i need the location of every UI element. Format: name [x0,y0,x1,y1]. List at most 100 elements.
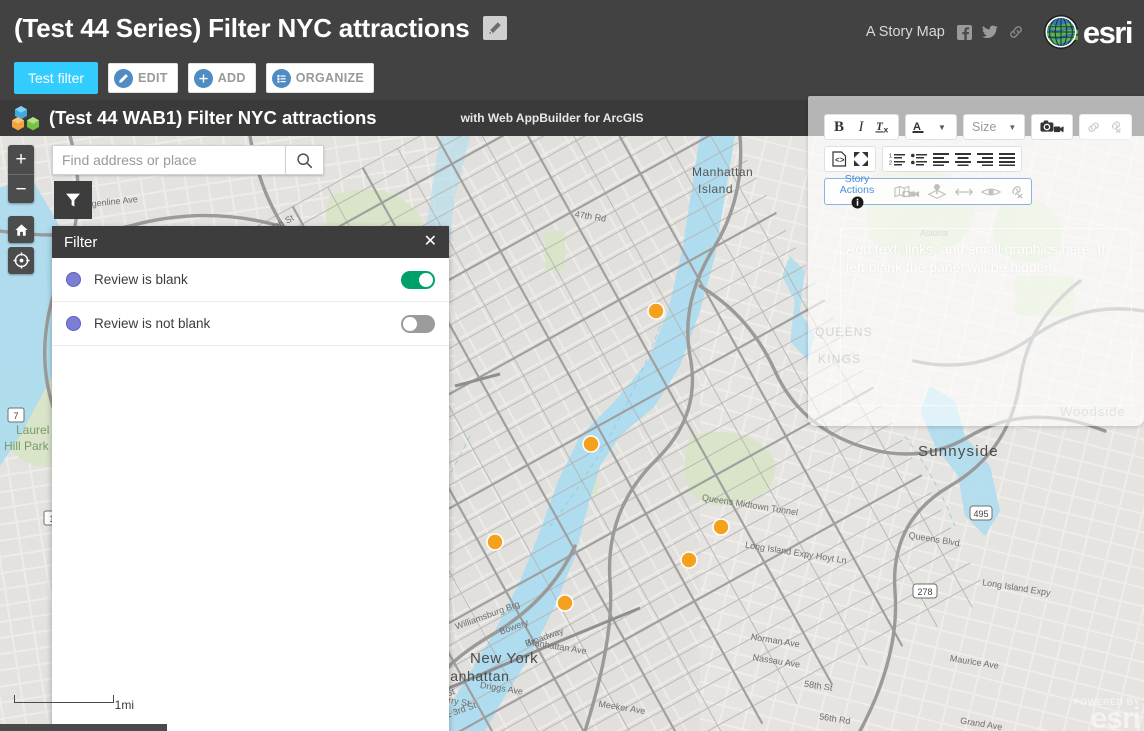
home-button[interactable] [8,216,34,243]
story-action-pin-button[interactable] [927,183,947,200]
svg-text:495: 495 [973,509,988,519]
list-icon [271,68,291,88]
align-right-icon [977,153,993,166]
unordered-list-button[interactable] [908,148,930,170]
funnel-icon [66,193,80,207]
align-justify-button[interactable] [996,148,1018,170]
filter-widget-button[interactable] [54,181,92,219]
scale-label: 1mi [114,698,134,712]
social-links [956,24,1024,40]
story-action-visibility-button[interactable] [980,185,1002,199]
unlink-action-icon [1012,185,1023,198]
unlink-icon [1112,121,1121,134]
font-color-button[interactable]: A [909,116,931,138]
search-icon [297,152,313,168]
html-source-button[interactable]: <> [828,148,850,170]
web-appbuilder-logo [11,105,41,131]
story-action-unlink-button[interactable] [1008,185,1027,199]
story-actions-badge: Story Actions [829,174,885,209]
svg-text:278: 278 [917,587,932,597]
align-center-button[interactable] [952,148,974,170]
svg-text:Manhattan: Manhattan [692,165,753,179]
chevron-down-icon[interactable]: ▼ [931,116,953,138]
font-color-group: A ▼ [905,114,957,140]
filter-label: Review is not blank [94,316,211,331]
zoom-controls[interactable]: + − [8,145,34,203]
filter-toggle[interactable] [401,270,435,289]
svg-text:Sunnyside: Sunnyside [918,443,999,460]
story-action-pan-button[interactable] [954,185,974,199]
story-actions-group[interactable]: Story Actions [824,174,1032,209]
align-left-button[interactable] [930,148,952,170]
svg-text:x: x [884,125,889,135]
scale-line [14,695,114,703]
font-size-dropdown[interactable]: Size ▼ [963,114,1026,140]
attribution-bar [0,724,167,731]
svg-text:Laurel: Laurel [16,423,49,437]
remove-link-button[interactable] [1105,116,1128,138]
bulleted-list-icon [911,153,927,166]
story-panel-placeholder[interactable]: Add text, links, and small graphics here… [846,240,1126,277]
svg-text:New York: New York [470,650,538,667]
link-group [1079,114,1133,140]
story-action-media-button[interactable] [894,184,920,200]
italic-button[interactable]: I [850,116,872,138]
filter-panel-header: Filter ✕ [52,226,449,258]
filter-panel[interactable]: Filter ✕ Review is blank Review is not b… [52,226,449,731]
filter-label: Review is blank [94,272,188,287]
edit-title-button[interactable] [482,16,507,40]
add-button[interactable]: ADD [187,63,256,93]
svg-text:Hill Park: Hill Park [4,439,50,453]
svg-text:<>: <> [835,157,845,166]
bold-button[interactable]: B [828,116,850,138]
twitter-icon[interactable] [981,25,998,39]
font-size-label: Size [972,120,997,134]
close-icon[interactable]: ✕ [424,234,437,250]
search-input[interactable] [53,146,285,174]
esri-globe-icon [1043,14,1079,50]
fullscreen-button[interactable] [850,148,872,170]
esri-logo: esri [1042,13,1134,51]
page-title: (Test 44 Series) Filter NYC attractions [14,12,470,43]
pencil-icon [488,22,501,34]
test-filter-button[interactable]: Test filter [14,62,99,94]
filter-row[interactable]: Review is not blank [52,302,449,346]
filter-panel-title: Filter [64,233,98,251]
info-icon[interactable] [851,196,864,209]
facebook-icon[interactable] [956,24,972,40]
insert-media-button[interactable] [1035,116,1069,138]
edit-label: EDIT [138,71,168,85]
story-actions-label: Story Actions [839,173,875,196]
edit-button[interactable]: EDIT [108,63,178,93]
font-color-icon: A [912,121,924,133]
chevron-down-icon: ▼ [1008,122,1017,132]
insert-link-button[interactable] [1083,116,1105,138]
organize-button[interactable]: ORGANIZE [265,63,375,93]
filter-row[interactable]: Review is blank [52,258,449,302]
svg-text:1: 1 [889,154,892,160]
zoom-in-button[interactable]: + [8,145,34,174]
organize-label: ORGANIZE [295,71,365,85]
plus-icon [193,68,213,88]
home-icon [14,223,28,236]
align-right-button[interactable] [974,148,996,170]
search-button[interactable] [285,146,323,174]
remove-format-icon: T x [875,121,889,135]
source-code-icon: <> [831,151,846,167]
webappbuilder-subtitle: with Web AppBuilder for ArcGIS [460,111,644,125]
map-camera-video-icon [894,185,920,197]
link-icon[interactable] [1008,25,1024,39]
list-align-group: 1 2 [882,146,1022,172]
filter-toggle[interactable] [401,314,435,333]
locate-button[interactable] [8,247,34,274]
header-right: A Story Map esri [866,12,1134,52]
align-center-icon [955,153,971,166]
svg-text:7: 7 [13,411,18,421]
link-icon [1088,122,1100,132]
ordered-list-button[interactable]: 1 2 [886,148,908,170]
search-bar[interactable] [52,145,324,175]
zoom-out-button[interactable]: − [8,174,34,203]
webappbuilder-title: (Test 44 WAB1) Filter NYC attractions [49,107,377,128]
visibility-icon [980,188,1002,195]
clear-format-button[interactable]: T x [872,116,895,138]
